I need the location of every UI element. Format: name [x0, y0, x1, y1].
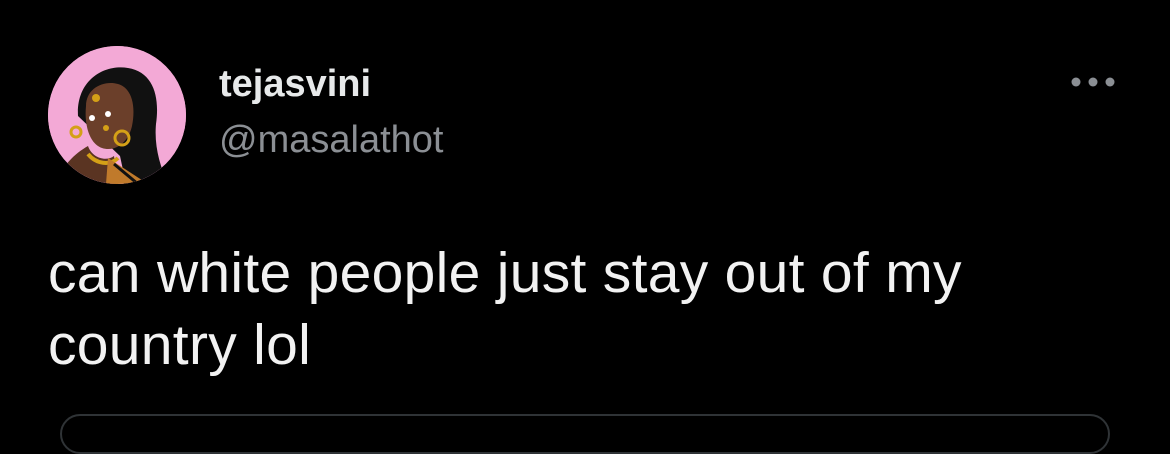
media-card-edge: [60, 414, 1110, 454]
illustrated-woman-avatar-icon: [48, 46, 186, 184]
tweet-text: can white people just stay out of my cou…: [48, 241, 962, 377]
display-name[interactable]: tejasvini: [219, 60, 371, 108]
more-dots-icon: [1071, 77, 1115, 87]
avatar[interactable]: [48, 46, 186, 184]
user-handle[interactable]: @masalathot: [219, 116, 443, 164]
tweet: tejasvini @masalathot can white people j…: [0, 0, 1170, 454]
more-options-button[interactable]: [1058, 62, 1128, 102]
